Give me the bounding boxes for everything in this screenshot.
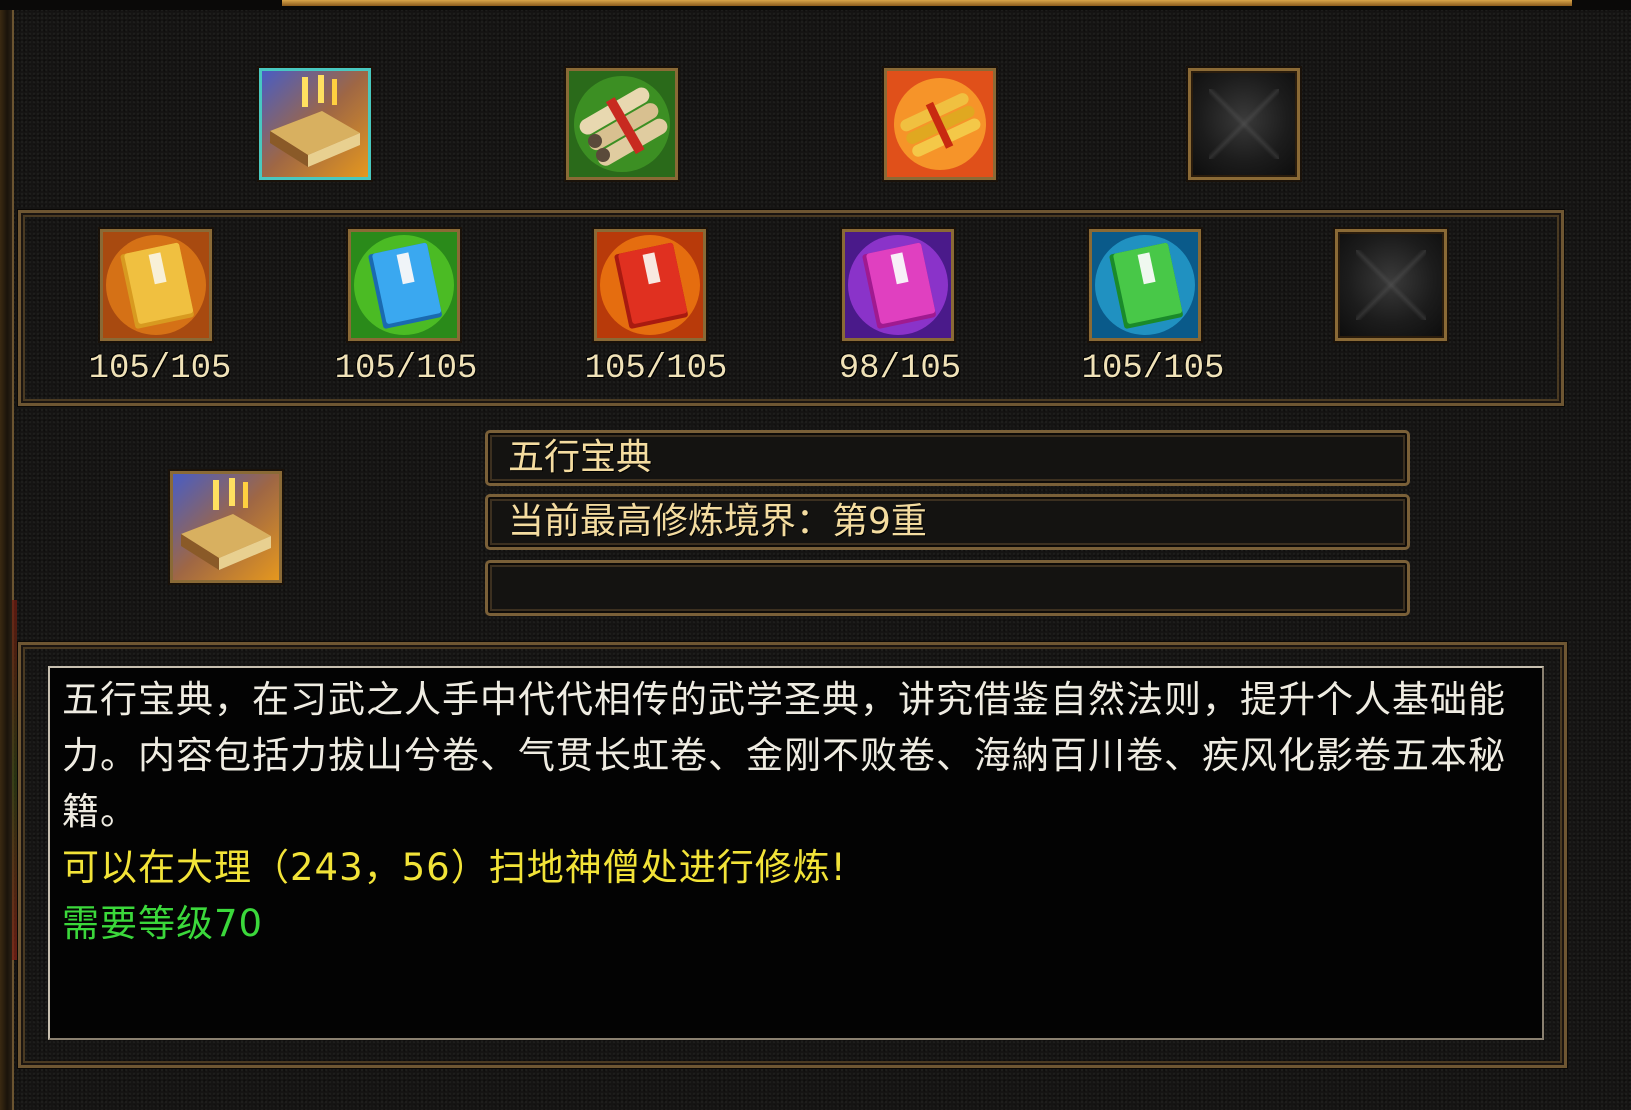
purple-manual-icon[interactable] [842,229,954,341]
manual-4-count: 98/105 [838,350,962,388]
selected-tome-icon [170,471,282,583]
manual-2-count: 105/105 [334,350,478,388]
manual-5-count: 105/105 [1081,350,1225,388]
blue-manual-icon[interactable] [348,229,460,341]
golden-scrolls-icon[interactable] [884,68,996,180]
scroll-bundle-icon[interactable] [566,68,678,180]
skill-name-bar: 五行宝典 [485,430,1410,486]
background-scenery-strip [12,600,17,960]
empty-slot-icon[interactable] [1335,229,1447,341]
level-requirement: 需要等级70 [62,902,264,945]
manual-1-count: 105/105 [88,350,232,388]
title-bar-accent [282,0,1572,6]
empty-info-bar [485,560,1410,616]
description-text-block: 五行宝典，在习武之人手中代代相传的武学圣典，讲究借鉴自然法则，提升个人基础能力。… [62,672,1532,952]
training-location: 可以在大理（243，56）扫地神僧处进行修炼! [62,846,847,889]
manual-3-count: 105/105 [584,350,728,388]
cultivation-realm-bar: 当前最高修炼境界：第9重 [485,494,1410,550]
description-body: 五行宝典，在习武之人手中代代相传的武学圣典，讲究借鉴自然法则，提升个人基础能力。… [62,678,1506,833]
empty-slot-icon[interactable] [1188,68,1300,180]
red-manual-icon[interactable] [594,229,706,341]
title-bar [0,0,1631,10]
cultivation-panel: 105/105 105/105 105/105 98/105 105/105 五… [0,0,1631,1110]
five-elements-tome-icon[interactable] [259,68,371,180]
green-manual-icon[interactable] [1089,229,1201,341]
yellow-manual-icon[interactable] [100,229,212,341]
